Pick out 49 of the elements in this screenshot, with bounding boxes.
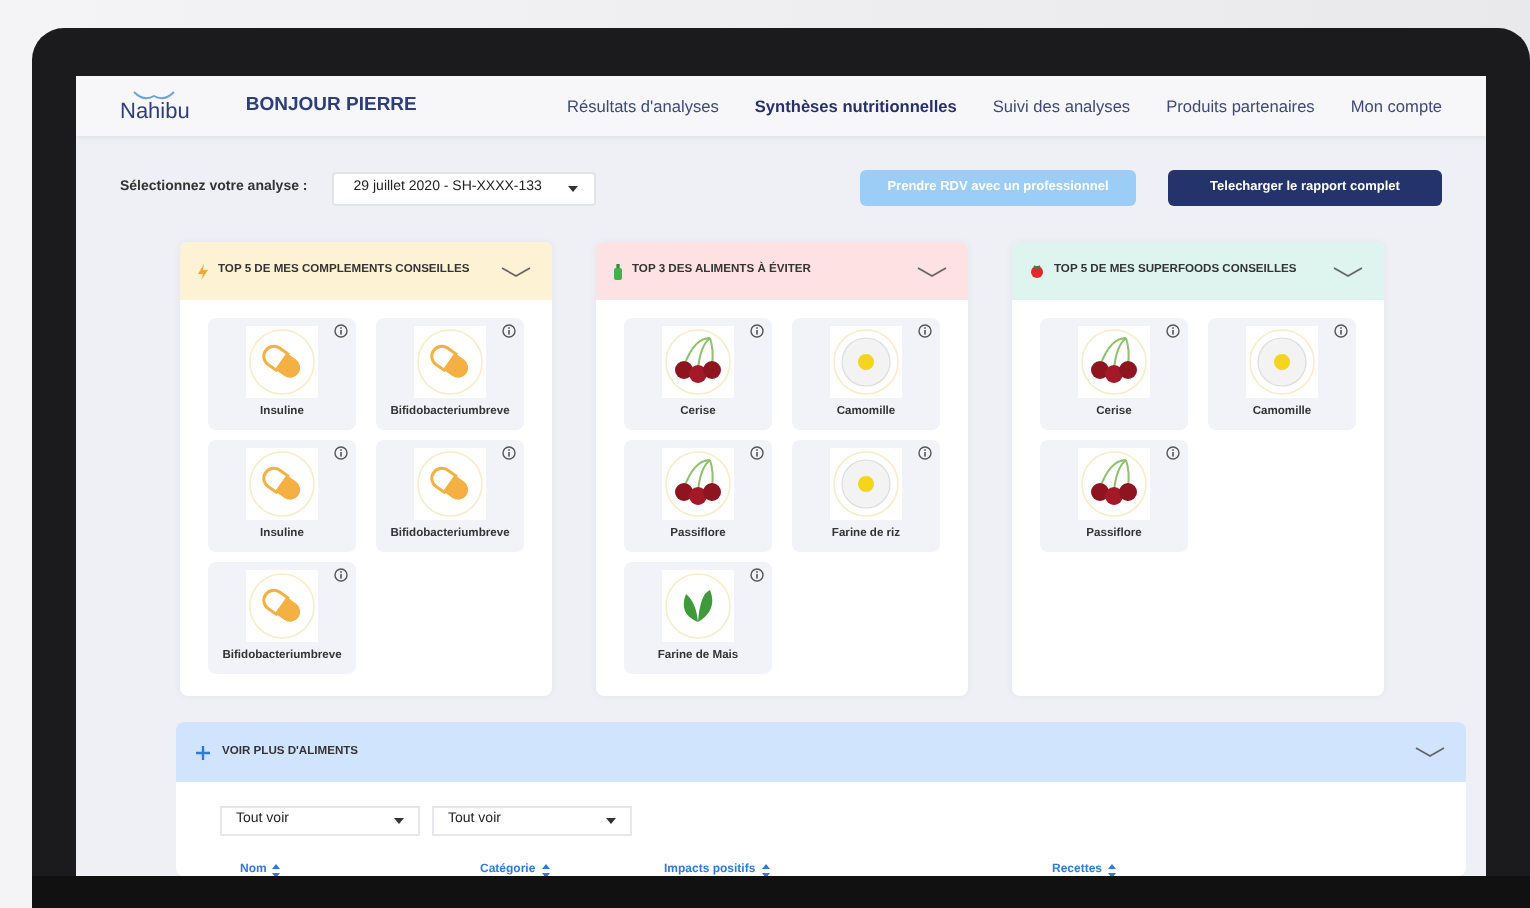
info-icon bbox=[750, 568, 764, 582]
info-icon bbox=[502, 324, 516, 338]
capsule-drawing bbox=[246, 326, 318, 398]
sort-icon bbox=[1108, 864, 1117, 876]
caret-icon bbox=[567, 185, 578, 191]
info-icon bbox=[1334, 324, 1348, 338]
caret-icon bbox=[606, 818, 616, 824]
info-icon bbox=[918, 324, 932, 338]
nav-link[interactable]: Mon compte bbox=[1350, 93, 1442, 119]
info-icon bbox=[334, 446, 348, 460]
chevron-down-icon bbox=[1332, 265, 1364, 277]
info-icon bbox=[1166, 446, 1180, 460]
nav-link[interactable]: Suivi des analyses bbox=[992, 93, 1131, 119]
logo-text[interactable]: Nahibu bbox=[120, 101, 190, 123]
chevron-down-icon bbox=[1414, 746, 1446, 758]
nav-link[interactable]: Synthèses nutritionnelles bbox=[754, 93, 957, 119]
bottle-icon bbox=[614, 263, 622, 279]
caret-icon bbox=[394, 818, 404, 824]
info-icon bbox=[502, 446, 516, 460]
info-icon bbox=[750, 324, 764, 338]
cherry-drawing bbox=[1078, 448, 1150, 520]
cherry-drawing bbox=[662, 448, 734, 520]
tomato-icon bbox=[1030, 264, 1044, 278]
sort-icon bbox=[761, 864, 770, 876]
info-icon bbox=[334, 324, 348, 338]
sort-icon bbox=[541, 864, 550, 876]
nav-link[interactable]: Résultats d'analyses bbox=[567, 93, 719, 119]
daisy-drawing bbox=[830, 448, 902, 520]
capsule-drawing bbox=[414, 448, 486, 520]
info-icon bbox=[750, 446, 764, 460]
capsule-drawing bbox=[414, 326, 486, 398]
cherry-drawing bbox=[1078, 326, 1150, 398]
info-icon bbox=[918, 446, 932, 460]
plus-icon bbox=[196, 745, 210, 759]
info-icon bbox=[1166, 324, 1180, 338]
bolt-icon bbox=[198, 263, 208, 279]
capsule-drawing bbox=[246, 448, 318, 520]
info-icon bbox=[334, 568, 348, 582]
chevron-down-icon bbox=[916, 265, 948, 277]
mint-drawing bbox=[662, 570, 734, 642]
nav-link[interactable]: Produits partenaires bbox=[1166, 93, 1315, 119]
greeting: BONJOUR PIERRE bbox=[245, 91, 417, 120]
daisy-drawing bbox=[1246, 326, 1318, 398]
daisy-drawing bbox=[830, 326, 902, 398]
capsule-drawing bbox=[246, 570, 318, 642]
bird-logo-icon bbox=[132, 89, 177, 101]
sort-icon bbox=[272, 864, 281, 876]
chevron-down-icon bbox=[500, 265, 532, 277]
cherry-drawing bbox=[662, 326, 734, 398]
